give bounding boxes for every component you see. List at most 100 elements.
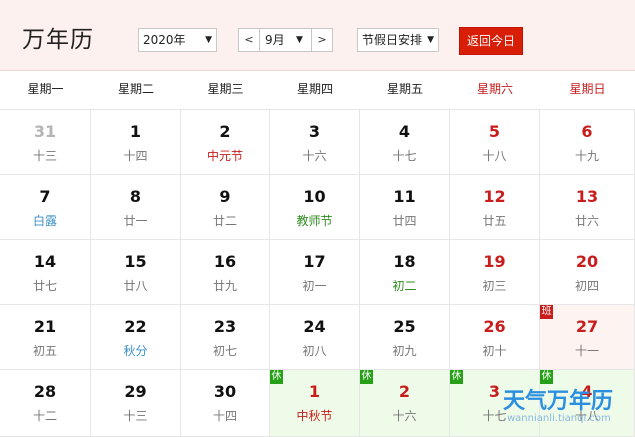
day-number: 28 xyxy=(33,382,57,401)
back-to-today-button[interactable]: 返回今日 xyxy=(459,27,523,55)
day-number: 1 xyxy=(308,382,321,401)
calendar-header: 万年历 2020年 ▼ < 9月 ▼ > 节假日安排 ▼ 返回今日 xyxy=(0,0,635,71)
day-cell[interactable]: 5 十八 xyxy=(450,110,540,175)
chevron-down-icon: ▼ xyxy=(427,35,434,45)
day-number: 29 xyxy=(124,382,147,401)
day-cell[interactable]: 2 中元节 xyxy=(181,110,270,175)
day-cell[interactable]: 4 十七 xyxy=(360,110,450,175)
day-number: 23 xyxy=(213,317,237,336)
watermark-url: wannianli.tianqi.com xyxy=(507,413,611,424)
day-number: 18 xyxy=(393,252,416,271)
lunar-date: 初一 xyxy=(302,279,327,293)
day-number: 15 xyxy=(124,252,147,271)
day-cell[interactable]: 30 十四 xyxy=(181,370,270,437)
day-number: 13 xyxy=(575,187,599,206)
lunar-date: 十一 xyxy=(574,344,599,358)
day-cell[interactable]: 26 初十 xyxy=(450,305,540,370)
lunar-date: 廿八 xyxy=(123,279,148,293)
lunar-date: 初三 xyxy=(482,279,507,293)
lunar-date: 十八 xyxy=(482,149,507,163)
day-number: 22 xyxy=(124,317,147,336)
day-number: 1 xyxy=(129,122,142,141)
lunar-date: 十九 xyxy=(574,149,599,163)
day-number: 21 xyxy=(33,317,57,336)
day-cell[interactable]: 25 初九 xyxy=(360,305,450,370)
day-cell[interactable]: 7 白露 xyxy=(0,175,91,240)
day-number: 8 xyxy=(129,187,142,206)
day-cell[interactable]: 13 廿六 xyxy=(540,175,635,240)
lunar-date: 廿九 xyxy=(212,279,237,293)
day-number: 2 xyxy=(398,382,411,401)
chevron-down-icon: ▼ xyxy=(296,35,303,45)
day-number: 4 xyxy=(398,122,411,141)
holiday-select[interactable]: 节假日安排 ▼ xyxy=(357,28,439,52)
day-number: 31 xyxy=(33,122,57,141)
day-cell[interactable]: 12 廿五 xyxy=(450,175,540,240)
lunar-date: 初八 xyxy=(302,344,327,358)
day-cell[interactable]: 休 1 中秋节 xyxy=(270,370,360,437)
weekday-label: 星期日 xyxy=(569,82,606,96)
chevron-down-icon: ▼ xyxy=(205,35,212,45)
day-number: 26 xyxy=(483,317,506,336)
day-cell[interactable]: 24 初八 xyxy=(270,305,360,370)
day-cell[interactable]: 3 十六 xyxy=(270,110,360,175)
day-cell[interactable]: 19 初三 xyxy=(450,240,540,305)
day-number: 11 xyxy=(393,187,416,206)
next-month-button[interactable]: > xyxy=(311,29,332,51)
day-cell[interactable]: 18 初二 xyxy=(360,240,450,305)
lunar-date: 十二 xyxy=(32,409,57,423)
day-cell[interactable]: 班 27 十一 xyxy=(540,305,635,370)
lunar-date: 秋分 xyxy=(123,344,148,358)
day-cell[interactable]: 23 初七 xyxy=(181,305,270,370)
day-number: 17 xyxy=(303,252,326,271)
lunar-date: 廿五 xyxy=(482,214,507,228)
day-cell[interactable]: 1 十四 xyxy=(91,110,181,175)
day-cell[interactable]: 14 廿七 xyxy=(0,240,91,305)
day-number: 30 xyxy=(213,382,237,401)
day-number: 7 xyxy=(39,187,51,206)
day-number: 19 xyxy=(483,252,506,271)
day-cell[interactable]: 10 教师节 xyxy=(270,175,360,240)
lunar-date: 廿六 xyxy=(574,214,599,228)
lunar-date: 廿四 xyxy=(392,214,417,228)
weekday-label: 星期四 xyxy=(296,82,333,96)
day-cell[interactable]: 21 初五 xyxy=(0,305,91,370)
day-cell[interactable]: 31 十三 xyxy=(0,110,91,175)
day-number: 3 xyxy=(308,122,321,141)
day-cell[interactable]: 15 廿八 xyxy=(91,240,181,305)
lunar-date: 初四 xyxy=(574,279,599,293)
day-cell[interactable]: 8 廿一 xyxy=(91,175,181,240)
lunar-date: 中元节 xyxy=(206,149,243,163)
lunar-date: 十六 xyxy=(302,149,327,163)
lunar-date: 中秋节 xyxy=(296,409,333,423)
day-cell[interactable]: 9 廿二 xyxy=(181,175,270,240)
lunar-date: 十四 xyxy=(212,409,237,423)
lunar-date: 十四 xyxy=(123,149,148,163)
day-cell[interactable]: 20 初四 xyxy=(540,240,635,305)
lunar-date: 廿七 xyxy=(32,279,57,293)
day-cell[interactable]: 6 十九 xyxy=(540,110,635,175)
day-cell[interactable]: 休 2 十六 xyxy=(360,370,450,437)
day-cell[interactable]: 16 廿九 xyxy=(181,240,270,305)
lunar-date: 十三 xyxy=(123,409,148,423)
prev-month-button[interactable]: < xyxy=(239,29,260,51)
lunar-date: 廿一 xyxy=(123,214,148,228)
holiday-select-value: 节假日安排 xyxy=(362,33,423,47)
weekday-header-row: 星期一 星期二 星期三 星期四 星期五 星期六 星期日 xyxy=(0,71,635,110)
day-cell[interactable]: 17 初一 xyxy=(270,240,360,305)
day-cell[interactable]: 11 廿四 xyxy=(360,175,450,240)
watermark-title: 天气万年历 xyxy=(503,388,614,414)
day-cell[interactable]: 29 十三 xyxy=(91,370,181,437)
year-select[interactable]: 2020年 ▼ xyxy=(138,28,217,52)
day-number: 25 xyxy=(393,317,416,336)
month-select[interactable]: 9月 xyxy=(265,29,285,51)
weekday-label: 星期六 xyxy=(476,82,513,96)
day-number: 9 xyxy=(219,187,231,206)
lunar-date: 教师节 xyxy=(296,214,333,228)
day-cell[interactable]: 28 十二 xyxy=(0,370,91,437)
day-cell[interactable]: 22 秋分 xyxy=(91,305,181,370)
lunar-date: 十六 xyxy=(392,409,417,423)
lunar-date: 初十 xyxy=(482,344,507,358)
weekday-label: 星期一 xyxy=(27,82,64,96)
lunar-date: 初九 xyxy=(392,344,417,358)
